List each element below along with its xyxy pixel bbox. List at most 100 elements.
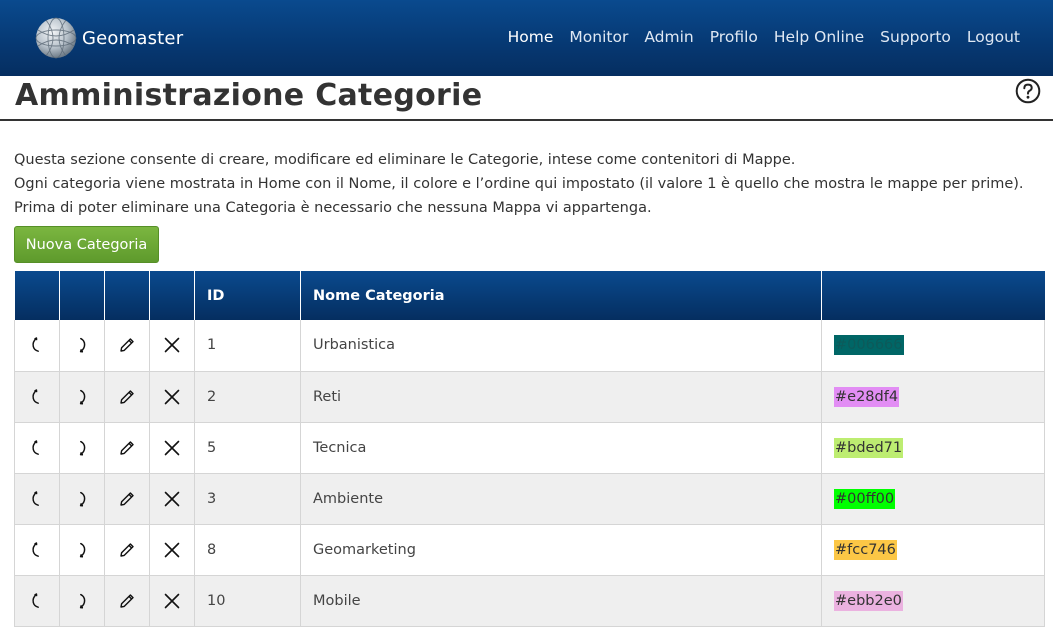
move-up-cell [14, 524, 60, 576]
move-down-icon[interactable] [72, 438, 92, 458]
move-down-cell [59, 473, 105, 525]
color-swatch: #00ff00 [834, 488, 896, 509]
color-cell: #006666 [821, 320, 1045, 372]
color-swatch: #006666 [834, 335, 904, 356]
move-up-cell [14, 575, 60, 627]
move-down-cell [59, 320, 105, 372]
brand[interactable]: Geomaster [34, 16, 183, 60]
delete-cell [149, 422, 195, 474]
delete-cell [149, 524, 195, 576]
question-circle-icon[interactable] [1015, 78, 1041, 104]
col-header-down [59, 271, 105, 320]
edit-pencil-icon[interactable] [117, 335, 137, 355]
edit-pencil-icon[interactable] [117, 438, 137, 458]
name-cell: Geomarketing [300, 524, 822, 576]
main-nav: Home Monitor Admin Profilo Help Online S… [492, 28, 1020, 46]
move-down-cell [59, 575, 105, 627]
move-down-cell [59, 524, 105, 576]
description-line: Prima di poter eliminare una Categoria è… [14, 200, 652, 216]
move-up-cell [14, 371, 60, 423]
nav-logout[interactable]: Logout [967, 28, 1020, 46]
delete-x-icon[interactable] [162, 335, 182, 355]
delete-cell [149, 320, 195, 372]
delete-x-icon[interactable] [162, 438, 182, 458]
nav-monitor[interactable]: Monitor [569, 28, 628, 46]
description-line: Ogni categoria viene mostrata in Home co… [14, 176, 1024, 192]
edit-cell [104, 473, 150, 525]
move-down-icon[interactable] [72, 591, 92, 611]
id-cell: 1 [194, 320, 301, 372]
delete-cell [149, 575, 195, 627]
name-cell: Reti [300, 371, 822, 423]
move-up-icon[interactable] [27, 335, 47, 355]
top-navbar: Geomaster Home Monitor Admin Profilo Hel… [0, 0, 1053, 76]
col-header-up [14, 271, 60, 320]
move-down-icon[interactable] [72, 387, 92, 407]
nav-home[interactable]: Home [508, 28, 554, 46]
name-cell: Mobile [300, 575, 822, 627]
nav-supporto[interactable]: Supporto [880, 28, 951, 46]
move-up-icon[interactable] [27, 540, 47, 560]
name-cell: Urbanistica [300, 320, 822, 372]
categories-table: ID Nome Categoria 1 Urbanistica #006666 2 Re… [14, 271, 1045, 627]
description-line: Questa sezione consente di creare, modif… [14, 152, 796, 168]
edit-cell [104, 575, 150, 627]
move-up-icon[interactable] [27, 387, 47, 407]
edit-cell [104, 422, 150, 474]
description: Questa sezione consente di creare, modif… [14, 148, 1024, 220]
delete-x-icon[interactable] [162, 489, 182, 509]
move-up-icon[interactable] [27, 438, 47, 458]
delete-cell [149, 371, 195, 423]
nav-help-online[interactable]: Help Online [774, 28, 864, 46]
col-header-delete [149, 271, 195, 320]
edit-pencil-icon[interactable] [117, 387, 137, 407]
nav-admin[interactable]: Admin [644, 28, 693, 46]
col-header-name[interactable]: Nome Categoria [300, 271, 822, 320]
delete-x-icon[interactable] [162, 540, 182, 560]
delete-x-icon[interactable] [162, 591, 182, 611]
id-cell: 10 [194, 575, 301, 627]
move-down-cell [59, 422, 105, 474]
move-up-icon[interactable] [27, 489, 47, 509]
id-cell: 8 [194, 524, 301, 576]
col-header-edit [104, 271, 150, 320]
edit-pencil-icon[interactable] [117, 489, 137, 509]
brand-name: Geomaster [82, 27, 184, 49]
id-cell: 2 [194, 371, 301, 423]
title-divider [0, 119, 1053, 121]
edit-cell [104, 320, 150, 372]
edit-pencil-icon[interactable] [117, 540, 137, 560]
new-category-button[interactable]: Nuova Categoria [14, 226, 159, 263]
color-cell: #ebb2e0 [821, 575, 1045, 627]
nav-profilo[interactable]: Profilo [710, 28, 758, 46]
delete-x-icon[interactable] [162, 387, 182, 407]
edit-pencil-icon[interactable] [117, 591, 137, 611]
color-cell: #bded71 [821, 422, 1045, 474]
color-swatch: #e28df4 [834, 386, 900, 407]
table-row: 10 Mobile #ebb2e0 [14, 575, 1045, 627]
table-row: 3 Ambiente #00ff00 [14, 473, 1045, 525]
color-cell: #e28df4 [821, 371, 1045, 423]
move-down-icon[interactable] [72, 335, 92, 355]
color-cell: #fcc746 [821, 524, 1045, 576]
color-swatch: #bded71 [834, 437, 904, 458]
id-cell: 3 [194, 473, 301, 525]
table-header-row: ID Nome Categoria [14, 271, 1045, 320]
name-cell: Ambiente [300, 473, 822, 525]
move-down-cell [59, 371, 105, 423]
move-up-icon[interactable] [27, 591, 47, 611]
table-row: 2 Reti #e28df4 [14, 371, 1045, 423]
id-cell: 5 [194, 422, 301, 474]
col-header-id[interactable]: ID [194, 271, 301, 320]
table-row: 5 Tecnica #bded71 [14, 422, 1045, 474]
edit-cell [104, 371, 150, 423]
color-swatch: #fcc746 [834, 539, 897, 560]
globe-logo-icon [35, 17, 77, 59]
move-up-cell [14, 473, 60, 525]
move-up-cell [14, 320, 60, 372]
col-header-color [821, 271, 1045, 320]
move-down-icon[interactable] [72, 489, 92, 509]
color-swatch: #ebb2e0 [834, 590, 903, 611]
edit-cell [104, 524, 150, 576]
move-down-icon[interactable] [72, 540, 92, 560]
